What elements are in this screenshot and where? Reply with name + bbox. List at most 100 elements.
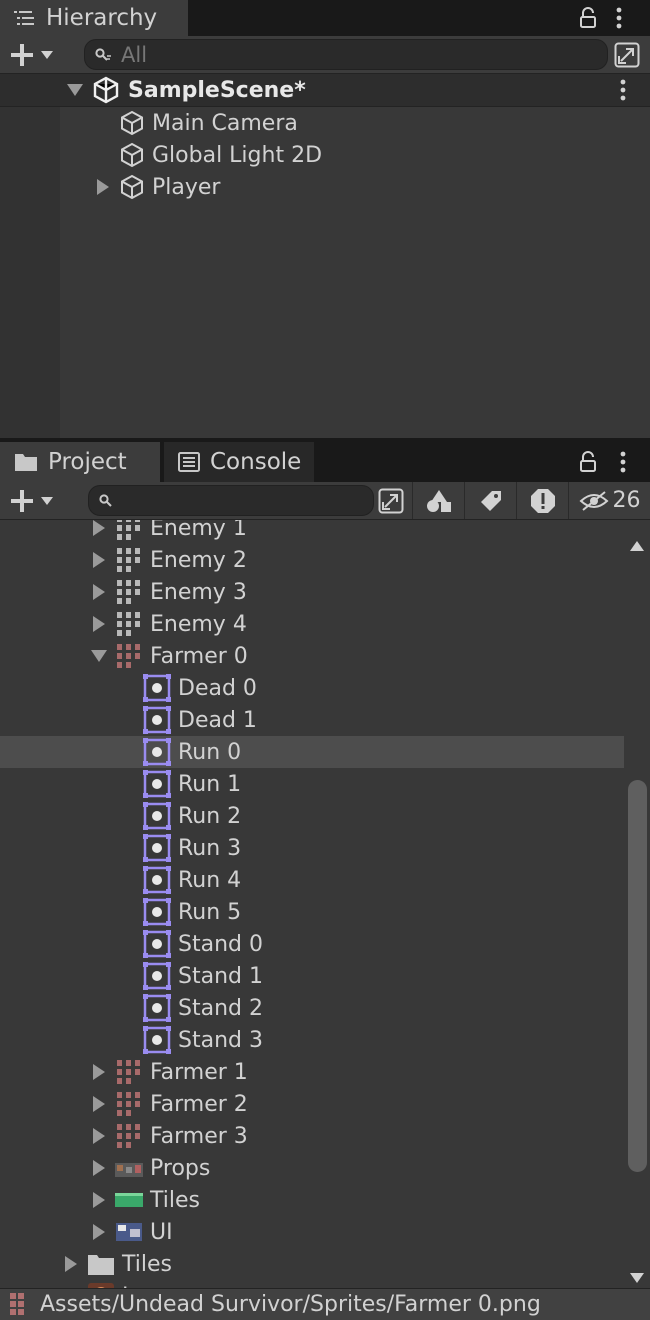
sprite-icon bbox=[142, 705, 178, 735]
folder-item[interactable]: Tiles bbox=[62, 1248, 172, 1280]
project-kebab-menu-icon[interactable] bbox=[620, 442, 632, 482]
sprite-sheet-thumbnail-icon bbox=[8, 1291, 32, 1319]
sprite-icon bbox=[142, 929, 178, 959]
asset-item[interactable]: Enemy 3 bbox=[90, 576, 247, 608]
sprite-icon bbox=[142, 801, 178, 831]
scroll-up-arrow-icon[interactable] bbox=[630, 532, 644, 557]
asset-item-label: Farmer 1 bbox=[150, 1059, 248, 1085]
asset-item[interactable]: Farmer 1 bbox=[90, 1056, 248, 1088]
hierarchy-search-expand-icon[interactable] bbox=[610, 36, 644, 73]
sprite-item[interactable]: Run 0 bbox=[142, 736, 241, 768]
asset-item[interactable]: Props bbox=[90, 1152, 210, 1184]
scene-header-row[interactable]: SampleScene* bbox=[0, 74, 650, 107]
asset-item[interactable]: Icon bbox=[62, 1280, 168, 1288]
asset-item[interactable]: Farmer 3 bbox=[90, 1120, 248, 1152]
sprite-item[interactable]: Run 2 bbox=[142, 800, 241, 832]
expand-arrow-icon[interactable] bbox=[90, 1192, 108, 1208]
asset-item-label: Stand 1 bbox=[178, 963, 263, 989]
project-search-expand-icon[interactable] bbox=[374, 482, 408, 519]
gameobject-cube-icon bbox=[118, 109, 146, 137]
sprite-item[interactable]: Dead 0 bbox=[142, 672, 257, 704]
project-create-dropdown-button[interactable] bbox=[10, 482, 54, 519]
asset-item-label: Enemy 3 bbox=[150, 579, 247, 605]
expand-arrow-icon[interactable] bbox=[90, 584, 108, 600]
sprite-item[interactable]: Stand 3 bbox=[142, 1024, 263, 1056]
asset-item-label: Stand 2 bbox=[178, 995, 263, 1021]
sprite-item[interactable]: Run 4 bbox=[142, 864, 241, 896]
hierarchy-item[interactable]: Main Camera bbox=[94, 107, 298, 139]
hierarchy-item[interactable]: Player bbox=[94, 171, 220, 203]
farmer-sheet-icon bbox=[114, 1057, 150, 1087]
asset-item[interactable]: Farmer 2 bbox=[90, 1088, 248, 1120]
enemy-sheet-icon bbox=[114, 520, 150, 543]
sprite-item[interactable]: Stand 2 bbox=[142, 992, 263, 1024]
asset-item-label: Props bbox=[150, 1155, 211, 1181]
visibility-toggle-button[interactable]: 26 bbox=[568, 482, 650, 519]
tab-hierarchy[interactable]: Hierarchy bbox=[0, 0, 188, 36]
sprite-item[interactable]: Stand 1 bbox=[142, 960, 263, 992]
sprite-item[interactable]: Stand 0 bbox=[142, 928, 263, 960]
asset-item[interactable]: UI bbox=[90, 1216, 173, 1248]
dropdown-caret-icon bbox=[41, 50, 53, 59]
image-thumbnail-icon bbox=[86, 1281, 122, 1288]
expand-arrow-icon[interactable] bbox=[90, 1128, 108, 1144]
asset-item[interactable]: Tiles bbox=[90, 1184, 200, 1216]
expand-arrow-icon[interactable] bbox=[90, 1096, 108, 1112]
expand-arrow-icon[interactable] bbox=[90, 616, 108, 632]
sprite-icon bbox=[142, 993, 178, 1023]
expand-arrow-icon[interactable] bbox=[90, 1224, 108, 1240]
tab-project[interactable]: Project bbox=[0, 442, 160, 482]
asset-item[interactable]: Farmer 0 bbox=[90, 640, 248, 672]
hierarchy-search-input[interactable]: All bbox=[84, 39, 608, 70]
sprite-icon bbox=[142, 737, 178, 767]
warning-filter-icon[interactable] bbox=[516, 482, 568, 519]
asset-item-label: Farmer 3 bbox=[150, 1123, 248, 1149]
asset-path-text: Assets/Undead Survivor/Sprites/Farmer 0.… bbox=[40, 1292, 541, 1317]
scroll-down-arrow-icon[interactable] bbox=[630, 1264, 644, 1289]
asset-item[interactable]: Enemy 2 bbox=[90, 544, 247, 576]
asset-item-label: Run 3 bbox=[178, 835, 242, 861]
sprite-item[interactable]: Run 5 bbox=[142, 896, 241, 928]
hierarchy-item-label: Main Camera bbox=[152, 110, 298, 136]
expand-arrow-icon[interactable] bbox=[90, 552, 108, 568]
expand-arrow-icon[interactable] bbox=[94, 179, 112, 195]
expand-arrow-icon[interactable] bbox=[90, 1064, 108, 1080]
collapse-arrow-icon[interactable] bbox=[90, 650, 108, 662]
asset-item-label: Enemy 2 bbox=[150, 547, 247, 573]
ui-sheet-icon bbox=[114, 1217, 150, 1247]
expand-arrow-icon[interactable] bbox=[62, 1256, 80, 1272]
asset-item[interactable]: Enemy 1 bbox=[90, 520, 247, 544]
search-by-label-icon[interactable] bbox=[464, 482, 516, 519]
asset-item-label: Enemy 1 bbox=[150, 520, 247, 541]
tab-console[interactable]: Console bbox=[164, 442, 314, 482]
sprite-item[interactable]: Run 3 bbox=[142, 832, 241, 864]
enemy-sheet-icon bbox=[114, 577, 150, 607]
asset-item-label: Run 0 bbox=[178, 739, 242, 765]
sprite-icon bbox=[142, 865, 178, 895]
sprite-item[interactable]: Dead 1 bbox=[142, 704, 257, 736]
project-search-input[interactable] bbox=[88, 485, 374, 516]
sprite-item[interactable]: Run 1 bbox=[142, 768, 241, 800]
project-lock-icon[interactable] bbox=[578, 442, 604, 482]
plus-icon bbox=[11, 43, 33, 66]
sprite-icon bbox=[142, 673, 178, 703]
scene-kebab-menu-icon[interactable] bbox=[620, 74, 632, 106]
hierarchy-item[interactable]: Global Light 2D bbox=[94, 139, 322, 171]
asset-item[interactable]: Enemy 4 bbox=[90, 608, 247, 640]
asset-item-label: Stand 3 bbox=[178, 1027, 263, 1053]
expand-arrow-icon[interactable] bbox=[90, 1160, 108, 1176]
search-by-type-icon[interactable] bbox=[412, 482, 464, 519]
create-dropdown-button[interactable] bbox=[10, 36, 54, 73]
hierarchy-lock-icon[interactable] bbox=[578, 0, 604, 36]
hierarchy-list-icon bbox=[14, 9, 36, 27]
scene-expanded-arrow-icon[interactable] bbox=[66, 84, 84, 96]
asset-item-label: Run 4 bbox=[178, 867, 242, 893]
farmer-sheet-icon bbox=[114, 1089, 150, 1119]
hierarchy-kebab-menu-icon[interactable] bbox=[616, 0, 632, 36]
asset-item-label: Tiles bbox=[122, 1251, 172, 1277]
scrollbar-thumb[interactable] bbox=[628, 780, 647, 1172]
selected-asset-path-bar: Assets/Undead Survivor/Sprites/Farmer 0.… bbox=[0, 1288, 650, 1320]
expand-arrow-icon[interactable] bbox=[90, 520, 108, 536]
unity-scene-icon bbox=[92, 76, 120, 104]
tab-hierarchy-label: Hierarchy bbox=[46, 5, 158, 31]
